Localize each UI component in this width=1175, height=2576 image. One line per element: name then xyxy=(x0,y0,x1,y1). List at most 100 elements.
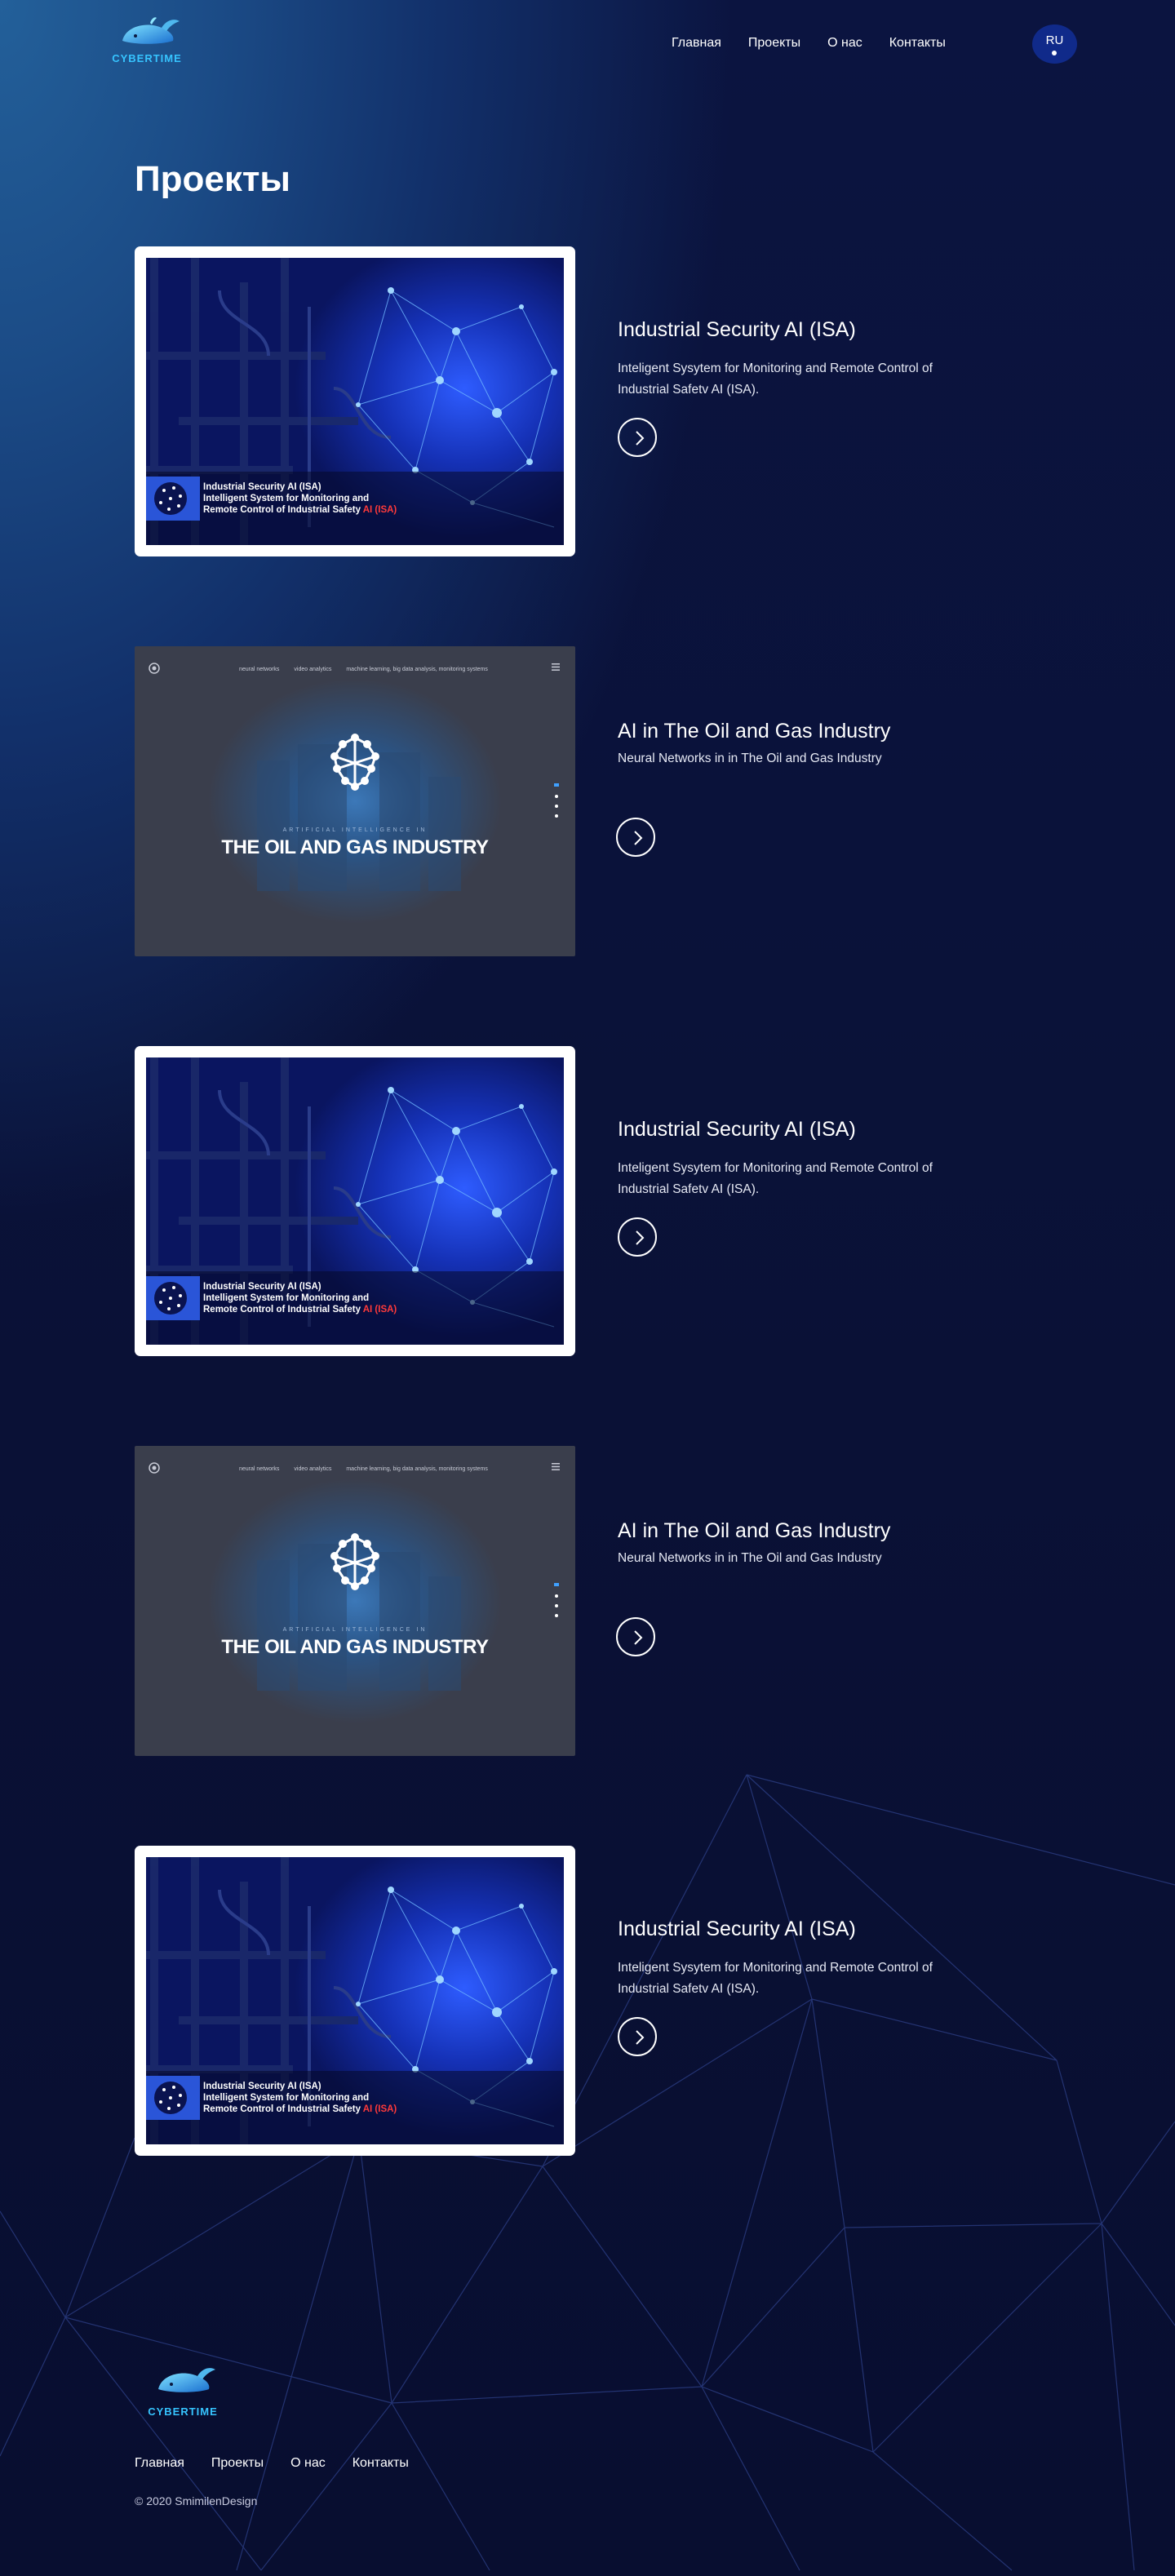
project-open-button[interactable] xyxy=(616,818,655,857)
isa-caption-line: Remote Control of Industrial Safety AI (… xyxy=(203,2104,397,2115)
thumbnail-nav-item: neural networks xyxy=(239,1466,280,1472)
copyright: © 2020 SmimilenDesign xyxy=(135,2494,258,2507)
project-thumbnail[interactable]: Industrial Security AI (ISA) Intelligent… xyxy=(135,1846,575,2156)
isa-badge xyxy=(146,477,200,521)
isa-thumbnail-image: Industrial Security AI (ISA) Intelligent… xyxy=(146,1057,564,1345)
isa-caption-highlight: AI (ISA) xyxy=(362,1305,397,1315)
chevron-right-icon xyxy=(634,831,643,845)
project-open-button[interactable] xyxy=(618,1217,657,1257)
project-title: Industrial Security AI (ISA) xyxy=(618,318,856,341)
isa-caption-text: Remote Control of Industrial Safety xyxy=(203,2104,363,2114)
isa-caption: Industrial Security AI (ISA) Intelligent… xyxy=(203,481,397,516)
isa-caption: Industrial Security AI (ISA) Intelligent… xyxy=(203,2081,397,2115)
footer-link-about[interactable]: О нас xyxy=(290,2456,326,2471)
thumbnail-nav-item: machine learning, big data analysis, mon… xyxy=(346,667,488,672)
site-header: CYBERTIME Главная Проекты О нас Контакты… xyxy=(0,0,1175,90)
isa-caption: Industrial Security AI (ISA) Intelligent… xyxy=(203,1281,397,1315)
network-sphere-icon xyxy=(154,482,187,515)
refinery-art xyxy=(257,734,461,891)
hamburger-menu-icon xyxy=(552,663,560,671)
thumbnail-nav-item: machine learning, big data analysis, mon… xyxy=(346,1466,488,1472)
project-card: neural networks video analytics machine … xyxy=(135,646,1040,956)
cog-logo-icon xyxy=(149,1462,160,1474)
isa-caption-highlight: AI (ISA) xyxy=(362,505,397,515)
project-card: Industrial Security AI (ISA) Intelligent… xyxy=(135,1846,1040,2156)
project-thumbnail[interactable]: neural networks video analytics machine … xyxy=(135,1446,575,1756)
project-title: AI in The Oil and Gas Industry xyxy=(618,1519,891,1542)
page-title: Проекты xyxy=(135,159,290,199)
project-info: Industrial Security AI (ISA) Inteligent … xyxy=(618,1118,977,1200)
project-card: neural networks video analytics machine … xyxy=(135,1446,1040,1756)
main-nav: Главная Проекты О нас Контакты xyxy=(672,36,946,51)
project-title: AI in The Oil and Gas Industry xyxy=(618,720,891,743)
isa-caption-text: Remote Control of Industrial Safety xyxy=(203,1305,363,1315)
hamburger-menu-icon xyxy=(552,1463,560,1470)
isa-caption-highlight: AI (ISA) xyxy=(362,2104,397,2114)
nav-link-home[interactable]: Главная xyxy=(672,36,721,51)
thumbnail-nav-item: video analytics xyxy=(294,1466,332,1472)
isa-badge xyxy=(146,2076,200,2120)
project-title: Industrial Security AI (ISA) xyxy=(618,1118,856,1141)
footer-link-projects[interactable]: Проекты xyxy=(211,2456,264,2471)
footer-link-contacts[interactable]: Контакты xyxy=(352,2456,409,2471)
project-thumbnail[interactable]: Industrial Security AI (ISA) Intelligent… xyxy=(135,1046,575,1356)
isa-caption-line: Intelligent System for Monitoring and xyxy=(203,1293,370,1303)
chevron-right-icon xyxy=(636,431,645,446)
project-info: Industrial Security AI (ISA) Inteligent … xyxy=(618,318,977,401)
logo-text: CYBERTIME xyxy=(112,52,182,64)
project-info: AI in The Oil and Gas Industry Neural Ne… xyxy=(618,1519,977,1569)
project-open-button[interactable] xyxy=(618,2017,657,2056)
thumbnail-nav-item: video analytics xyxy=(294,667,332,672)
isa-badge xyxy=(146,1276,200,1320)
isa-caption-text: Remote Control of Industrial Safety xyxy=(203,505,363,515)
slide-indicator-dots xyxy=(554,1583,559,1617)
thumbnail-topnav: neural networks video analytics machine … xyxy=(239,1466,488,1472)
project-open-button[interactable] xyxy=(618,418,657,457)
chevron-right-icon xyxy=(636,1230,645,1245)
project-description: Neural Networks in in The Oil and Gas In… xyxy=(618,752,882,765)
project-card: Industrial Security AI (ISA) Intelligent… xyxy=(135,1046,1040,1356)
cog-logo-icon xyxy=(149,663,160,674)
project-description: Inteligent Sysytem for Monitoring and Re… xyxy=(618,361,933,397)
project-thumbnail[interactable]: Industrial Security AI (ISA) Intelligent… xyxy=(135,246,575,556)
network-sphere-icon xyxy=(154,2082,187,2114)
isa-caption-line: Industrial Security AI (ISA) xyxy=(203,2082,321,2091)
network-sphere-icon xyxy=(154,1282,187,1315)
isa-caption-line: Remote Control of Industrial Safety AI (… xyxy=(203,504,397,516)
isa-caption-line: Industrial Security AI (ISA) xyxy=(203,1282,321,1292)
nav-link-contacts[interactable]: Контакты xyxy=(889,36,946,51)
thumbnail-nav-item: neural networks xyxy=(239,667,280,672)
language-switcher[interactable]: RU xyxy=(1032,24,1077,64)
thumbnail-subtitle: ARTIFICIAL INTELLIGENCE IN xyxy=(282,827,428,833)
isa-thumbnail-image: Industrial Security AI (ISA) Intelligent… xyxy=(146,1857,564,2144)
whale-logo-icon xyxy=(158,2368,215,2392)
footer-logo-text: CYBERTIME xyxy=(148,2405,218,2418)
project-card: Industrial Security AI (ISA) Intelligent… xyxy=(135,246,1040,556)
thumbnail-subtitle: ARTIFICIAL INTELLIGENCE IN xyxy=(282,1627,428,1633)
isa-caption-line: Industrial Security AI (ISA) xyxy=(203,482,321,492)
footer-logo[interactable]: CYBERTIME xyxy=(140,2365,225,2428)
chevron-right-icon xyxy=(634,1630,643,1645)
footer-nav: Главная Проекты О нас Контакты xyxy=(135,2456,409,2471)
slide-indicator-dots xyxy=(554,783,559,818)
project-description: Inteligent Sysytem for Monitoring and Re… xyxy=(618,1961,933,1996)
isa-caption-line: Intelligent System for Monitoring and xyxy=(203,2093,370,2103)
footer-link-home[interactable]: Главная xyxy=(135,2456,184,2471)
language-indicator-dot xyxy=(1052,51,1057,55)
whale-logo-icon xyxy=(122,17,180,44)
thumbnail-topnav: neural networks video analytics machine … xyxy=(239,667,488,672)
project-description: Inteligent Sysytem for Monitoring and Re… xyxy=(618,1161,933,1196)
project-info: Industrial Security AI (ISA) Inteligent … xyxy=(618,1918,977,2000)
thumbnail-title: THE OIL AND GAS INDUSTRY xyxy=(221,836,489,858)
project-open-button[interactable] xyxy=(616,1617,655,1656)
project-thumbnail[interactable]: neural networks video analytics machine … xyxy=(135,646,575,956)
isa-caption-line: Remote Control of Industrial Safety AI (… xyxy=(203,1304,397,1315)
isa-thumbnail-image: Industrial Security AI (ISA) Intelligent… xyxy=(146,258,564,545)
nav-link-about[interactable]: О нас xyxy=(827,36,862,51)
site-logo[interactable]: CYBERTIME xyxy=(104,16,189,73)
refinery-art xyxy=(257,1533,461,1691)
project-info: AI in The Oil and Gas Industry Neural Ne… xyxy=(618,720,977,769)
nav-link-projects[interactable]: Проекты xyxy=(748,36,800,51)
thumbnail-title: THE OIL AND GAS INDUSTRY xyxy=(221,1636,489,1658)
language-label: RU xyxy=(1045,33,1064,47)
